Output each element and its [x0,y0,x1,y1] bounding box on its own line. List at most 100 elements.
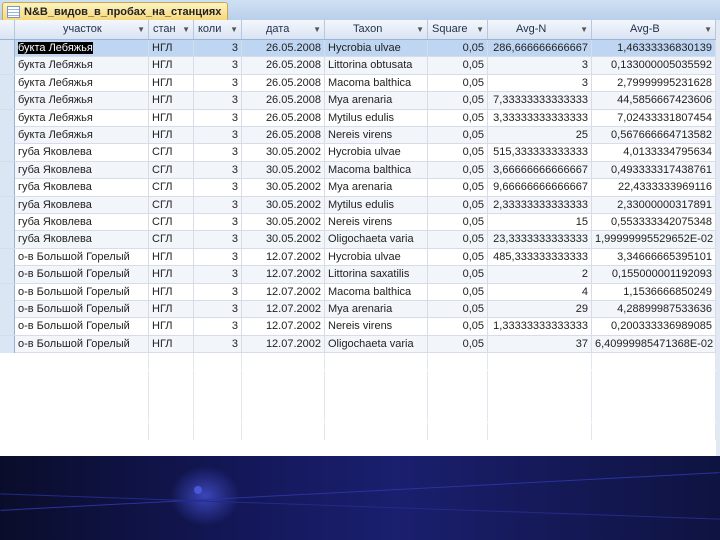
table-row[interactable]: о-в Большой Горелый НГЛ 3 12.07.2002 Nereis … [0,318,716,336]
table-row[interactable]: букта Лебяжья НГЛ 3 26.05.2008 Littorina obt… [0,57,716,75]
cell-square[interactable]: 0,05 [428,179,488,197]
cell-square[interactable]: 0,05 [428,231,488,249]
record-selector[interactable] [0,74,15,92]
record-selector[interactable] [0,301,15,318]
cell-data[interactable]: 30.05.2002 [242,161,325,179]
cell-uchastok[interactable]: о-в Большой Горелый [15,335,149,353]
record-selector[interactable] [0,318,15,336]
cell-taxon[interactable]: Nereis virens [325,127,428,144]
record-selector[interactable] [0,335,15,353]
cell-square[interactable]: 0,05 [428,266,488,284]
cell-taxon[interactable]: Nereis virens [325,318,428,336]
cell-avg-b[interactable]: 7,02433331807454 [592,109,716,127]
cell-koli[interactable]: 3 [194,179,242,197]
cell-stan[interactable]: НГЛ [149,283,194,301]
cell-avg-n[interactable]: 4 [488,283,592,301]
vertical-scrollbar[interactable] [716,20,720,456]
cell-taxon[interactable]: Mya arenaria [325,92,428,110]
record-selector[interactable] [0,109,15,127]
cell-avg-b[interactable]: 0,493333317438761 [592,161,716,179]
cell-avg-b[interactable]: 1,46333336830139 [592,40,716,57]
cell-avg-n[interactable]: 1,33333333333333 [488,318,592,336]
cell-uchastok[interactable]: губа Яковлева [15,196,149,214]
cell-uchastok[interactable]: губа Яковлева [15,144,149,162]
table-row[interactable]: губа Яковлева СГЛ 3 30.05.2002 Mytilus eduli… [0,196,716,214]
cell-avg-n[interactable]: 15 [488,214,592,231]
cell-square[interactable]: 0,05 [428,318,488,336]
cell-koli[interactable]: 3 [194,231,242,249]
cell-stan[interactable]: НГЛ [149,301,194,318]
cell-square[interactable]: 0,05 [428,161,488,179]
cell-avg-b[interactable]: 0,200333336989085 [592,318,716,336]
cell-avg-n[interactable]: 3 [488,57,592,75]
cell-avg-n[interactable]: 2,33333333333333 [488,196,592,214]
cell-data[interactable]: 26.05.2008 [242,57,325,75]
cell-koli[interactable]: 3 [194,283,242,301]
cell-avg-b[interactable]: 0,567666664713582 [592,127,716,144]
column-header-square[interactable]: Square ▼ [428,20,488,39]
cell-avg-n[interactable]: 7,33333333333333 [488,92,592,110]
table-row[interactable]: губа Яковлева СГЛ 3 30.05.2002 Hycrobia ulva… [0,144,716,162]
cell-stan[interactable]: НГЛ [149,92,194,110]
cell-avg-b[interactable]: 2,33000000317891 [592,196,716,214]
record-selector[interactable] [0,266,15,284]
cell-taxon[interactable]: Mya arenaria [325,179,428,197]
record-selector[interactable] [0,161,15,179]
cell-square[interactable]: 0,05 [428,109,488,127]
cell-square[interactable]: 0,05 [428,335,488,353]
cell-avg-b[interactable]: 0,155000001192093 [592,266,716,284]
cell-data[interactable]: 30.05.2002 [242,196,325,214]
cell-square[interactable]: 0,05 [428,74,488,92]
table-row[interactable]: о-в Большой Горелый НГЛ 3 12.07.2002 Hycrobi… [0,248,716,267]
table-row[interactable]: губа Яковлева СГЛ 3 30.05.2002 Macoma balthi… [0,161,716,180]
cell-avg-b[interactable]: 0,553333342075348 [592,214,716,231]
cell-stan[interactable]: НГЛ [149,318,194,336]
cell-taxon[interactable]: Mytilus edulis [325,196,428,214]
table-row[interactable]: губа Яковлева СГЛ 3 30.05.2002 Oligochaeta v… [0,231,716,249]
cell-stan[interactable]: НГЛ [149,335,194,353]
cell-uchastok[interactable]: губа Яковлева [15,231,149,249]
cell-uchastok[interactable]: о-в Большой Горелый [15,283,149,301]
table-row[interactable]: букта Лебяжья НГЛ 3 26.05.2008 Mya arenaria 0… [0,92,716,110]
cell-stan[interactable]: НГЛ [149,40,194,57]
column-header-avg-n[interactable]: Avg-N ▼ [488,20,592,39]
cell-avg-b[interactable]: 2,79999995231628 [592,74,716,92]
dropdown-arrow-icon[interactable]: ▼ [230,20,238,39]
cell-taxon[interactable]: Oligochaeta varia [325,335,428,353]
record-selector[interactable] [0,92,15,110]
record-selector[interactable] [0,127,15,144]
table-row[interactable]: о-в Большой Горелый НГЛ 3 12.07.2002 Mya are… [0,301,716,319]
cell-koli[interactable]: 3 [194,127,242,144]
cell-data[interactable]: 12.07.2002 [242,283,325,301]
cell-avg-n[interactable]: 25 [488,127,592,144]
cell-koli[interactable]: 3 [194,161,242,179]
table-row[interactable]: букта Лебяжья НГЛ 3 26.05.2008 Nereis virens… [0,127,716,145]
cell-avg-n[interactable]: 23,3333333333333 [488,231,592,249]
cell-stan[interactable]: НГЛ [149,266,194,284]
cell-avg-n[interactable]: 3,33333333333333 [488,109,592,127]
cell-square[interactable]: 0,05 [428,196,488,214]
cell-data[interactable]: 26.05.2008 [242,40,325,57]
record-selector[interactable] [0,144,15,162]
cell-stan[interactable]: СГЛ [149,196,194,214]
cell-koli[interactable]: 3 [194,92,242,110]
cell-taxon[interactable]: Mytilus edulis [325,109,428,127]
cell-stan[interactable]: НГЛ [149,57,194,75]
record-selector[interactable] [0,214,15,231]
record-selector[interactable] [0,179,15,197]
cell-taxon[interactable]: Littorina obtusata [325,57,428,75]
column-header-uchastok[interactable]: участок ▼ [15,20,149,39]
record-selector[interactable] [0,283,15,301]
cell-taxon[interactable]: Hycrobia ulvae [325,40,428,57]
cell-uchastok[interactable]: букта Лебяжья [15,40,149,57]
cell-avg-b[interactable]: 22,4333333969116 [592,179,716,197]
column-header-stan[interactable]: стан ▼ [149,20,194,39]
record-selector[interactable] [0,196,15,214]
cell-stan[interactable]: СГЛ [149,214,194,231]
record-selector[interactable] [0,40,15,57]
cell-data[interactable]: 26.05.2008 [242,127,325,144]
record-selector[interactable] [0,57,15,75]
table-row[interactable]: букта Лебяжья НГЛ 3 26.05.2008 Macoma balthi… [0,74,716,93]
cell-data[interactable]: 12.07.2002 [242,301,325,318]
cell-avg-b[interactable]: 44,5856667423606 [592,92,716,110]
